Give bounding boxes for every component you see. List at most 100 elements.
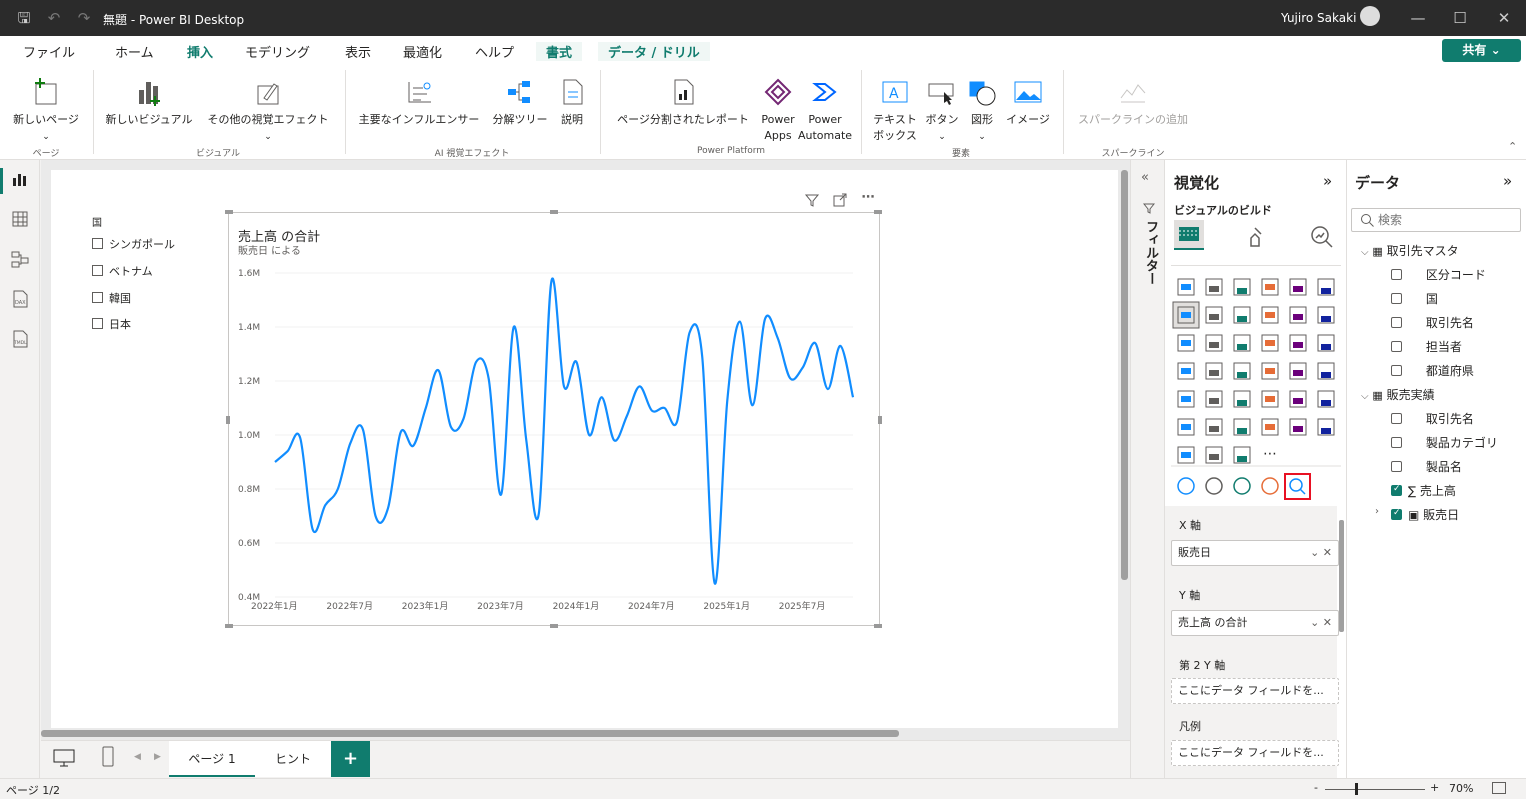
visual-type-icon[interactable]: [1317, 418, 1335, 436]
narrative-button[interactable]: 説明: [554, 76, 590, 128]
minimize-icon[interactable]: —: [1408, 8, 1428, 28]
visual-type-icon[interactable]: [1289, 278, 1307, 296]
visual-type-icon[interactable]: [1289, 362, 1307, 380]
page-tab-1[interactable]: ページ 1: [169, 741, 255, 777]
tab-data-drill[interactable]: データ / ドリル: [598, 42, 710, 61]
visual-type-icon[interactable]: [1233, 390, 1251, 408]
viz-pane-scrollbar[interactable]: [1339, 520, 1344, 632]
paginated-report-button[interactable]: ページ分割されたレポート: [608, 76, 758, 128]
expand-filters-icon[interactable]: «: [1141, 170, 1149, 185]
checkbox[interactable]: [92, 292, 103, 303]
visual-type-icon[interactable]: [1177, 362, 1195, 380]
data-search-input[interactable]: [1378, 211, 1508, 229]
field-item[interactable]: 取引先名: [1391, 410, 1474, 427]
textbox-button[interactable]: A テキスト ボックス: [868, 76, 922, 144]
field-checkbox[interactable]: [1391, 293, 1402, 304]
well-actions[interactable]: ⌄ ✕: [1310, 611, 1332, 635]
resize-handle[interactable]: [550, 624, 558, 628]
resize-handle[interactable]: [874, 210, 882, 214]
power-automate-button[interactable]: Power Automate: [798, 76, 852, 144]
image-button[interactable]: イメージ: [1002, 76, 1054, 128]
visual-type-gallery[interactable]: ⋯: [1171, 270, 1341, 505]
table-node[interactable]: ⌵ ▦ 取引先マスタ: [1361, 242, 1459, 259]
visual-type-icon[interactable]: [1233, 334, 1251, 352]
custom-visual-icon[interactable]: [1233, 477, 1251, 495]
shapes-button[interactable]: 図形 ⌄: [964, 76, 1000, 145]
buttons-button[interactable]: ボタン ⌄: [922, 76, 962, 145]
focus-mode-icon[interactable]: [830, 190, 850, 210]
share-button[interactable]: 共有 ⌄: [1442, 39, 1521, 62]
visual-type-icon[interactable]: ⋯: [1263, 446, 1277, 462]
field-checkbox[interactable]: [1391, 508, 1402, 520]
slicer-item[interactable]: シンガポール: [92, 236, 175, 252]
visual-type-icon[interactable]: [1289, 334, 1307, 352]
custom-visual-icon[interactable]: [1205, 477, 1223, 495]
undo-icon[interactable]: ↶: [44, 8, 64, 28]
zoom-out-button[interactable]: -: [1314, 781, 1318, 794]
visual-type-icon[interactable]: [1205, 446, 1223, 464]
new-page-button[interactable]: 新しいページ ⌄: [8, 76, 84, 145]
visual-type-icon[interactable]: [1289, 306, 1307, 324]
y-axis-well[interactable]: 売上高 の合計 ⌄ ✕: [1171, 610, 1339, 636]
vertical-scrollbar[interactable]: [1121, 170, 1128, 580]
tab-optimize[interactable]: 最適化: [403, 42, 442, 61]
visual-type-icon[interactable]: [1205, 418, 1223, 436]
legend-well[interactable]: ここにデータ フィールドを...: [1171, 740, 1339, 766]
field-checkbox[interactable]: [1391, 341, 1402, 352]
tab-format[interactable]: 書式: [536, 42, 583, 61]
next-page-icon[interactable]: ▶: [154, 752, 161, 762]
visual-type-icon[interactable]: [1233, 446, 1251, 464]
field-item[interactable]: 取引先名: [1391, 314, 1474, 331]
visual-type-icon[interactable]: [1233, 362, 1251, 380]
slicer-item[interactable]: 日本: [92, 316, 131, 332]
mobile-layout-icon[interactable]: [101, 746, 115, 771]
x-axis-well[interactable]: 販売日 ⌄ ✕: [1171, 540, 1339, 566]
visual-type-icon[interactable]: [1172, 301, 1200, 329]
tab-help[interactable]: ヘルプ: [475, 42, 514, 61]
tab-modeling[interactable]: モデリング: [245, 42, 310, 61]
desktop-layout-icon[interactable]: [53, 748, 75, 771]
visual-type-icon[interactable]: [1177, 418, 1195, 436]
horizontal-scrollbar[interactable]: [41, 730, 899, 737]
visual-type-icon[interactable]: [1289, 418, 1307, 436]
resize-handle[interactable]: [550, 210, 558, 214]
dax-query-view-icon[interactable]: DAX: [10, 290, 30, 310]
maximize-icon[interactable]: ☐: [1450, 8, 1470, 28]
build-tab[interactable]: [1174, 220, 1204, 250]
resize-handle[interactable]: [878, 416, 882, 424]
model-view-icon[interactable]: [10, 250, 30, 270]
field-checkbox[interactable]: [1391, 461, 1402, 472]
data-search-box[interactable]: [1351, 208, 1521, 232]
add-sparkline-button[interactable]: スパークラインの追加: [1070, 76, 1196, 128]
visual-type-icon[interactable]: [1233, 278, 1251, 296]
table-node[interactable]: ⌵ ▦ 販売実績: [1361, 386, 1435, 403]
tab-home[interactable]: ホーム: [115, 42, 154, 61]
resize-handle[interactable]: [225, 624, 233, 628]
field-checkbox[interactable]: [1391, 269, 1402, 280]
field-item[interactable]: 担当者: [1391, 338, 1462, 355]
tab-view[interactable]: 表示: [345, 42, 371, 61]
checkbox[interactable]: [92, 318, 103, 329]
other-visuals-button[interactable]: その他の視覚エフェクト ⌄: [200, 76, 336, 145]
custom-visual-icon[interactable]: [1261, 477, 1279, 495]
resize-handle[interactable]: [226, 416, 230, 424]
collapse-viz-icon[interactable]: »: [1323, 172, 1332, 190]
search-visual-highlight[interactable]: [1284, 473, 1311, 500]
zoom-in-button[interactable]: +: [1430, 781, 1439, 794]
collapse-chevron-icon[interactable]: ⌵: [1361, 391, 1369, 402]
field-checkbox[interactable]: [1391, 317, 1402, 328]
field-item[interactable]: 製品名: [1391, 458, 1462, 475]
visual-type-icon[interactable]: [1261, 334, 1279, 352]
filters-pane-collapsed[interactable]: « フィルター: [1130, 160, 1164, 778]
save-icon[interactable]: 🖫: [14, 8, 34, 28]
field-checkbox[interactable]: [1391, 413, 1402, 424]
secondary-y-axis-well[interactable]: ここにデータ フィールドを...: [1171, 678, 1339, 704]
collapse-chevron-icon[interactable]: ⌵: [1361, 247, 1369, 258]
visual-type-icon[interactable]: [1317, 334, 1335, 352]
line-chart-visual[interactable]: 売上高 の合計 販売日 による 1.6M 1.4M 1.2M 1.0M 0.8M 0.6M…: [228, 212, 880, 626]
resize-handle[interactable]: [874, 624, 882, 628]
prev-page-icon[interactable]: ◀: [134, 752, 141, 762]
expand-chevron-icon[interactable]: ›: [1375, 506, 1379, 517]
tab-insert[interactable]: 挿入: [187, 42, 213, 69]
field-item[interactable]: ∑ 売上高: [1391, 482, 1456, 499]
